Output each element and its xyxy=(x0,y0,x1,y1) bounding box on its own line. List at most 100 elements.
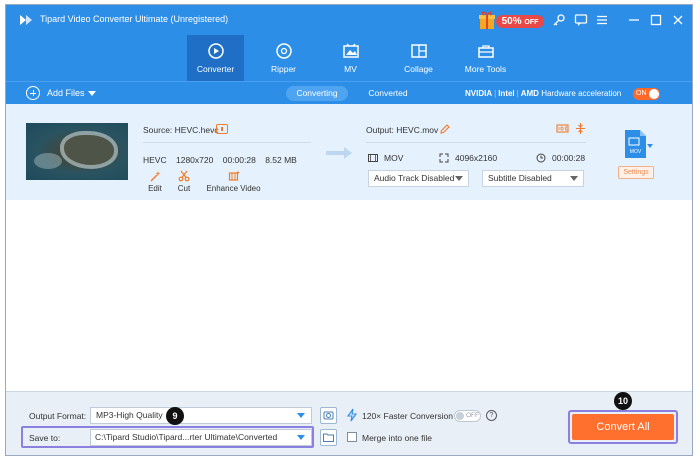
bottom-bar: Output Format: MP3-High Quality 9 Save t… xyxy=(6,391,692,455)
open-folder-button[interactable] xyxy=(320,429,337,446)
tab-converting[interactable]: Converting xyxy=(286,86,348,101)
arrow-right-icon xyxy=(326,147,352,159)
app-logo-icon xyxy=(20,15,32,25)
camera-settings-icon xyxy=(323,411,334,420)
menu-icon[interactable] xyxy=(595,13,609,27)
faster-conversion-toggle[interactable]: OFF xyxy=(454,410,481,422)
plus-icon xyxy=(26,86,40,100)
toolbox-icon xyxy=(477,45,494,58)
key-icon[interactable] xyxy=(552,13,566,27)
subtitle-value: Subtitle Disabled xyxy=(488,173,552,183)
step-badge-9: 9 xyxy=(166,407,184,425)
format-settings-button[interactable] xyxy=(320,407,337,424)
compress-icon[interactable] xyxy=(574,122,587,135)
hardware-acceleration-toggle[interactable]: ON xyxy=(633,88,660,100)
edit-button[interactable]: Edit xyxy=(146,170,164,193)
source-codec: HEVC xyxy=(143,155,167,165)
save-to-label: Save to: xyxy=(29,433,61,443)
cut-button[interactable]: Cut xyxy=(176,170,192,193)
step-badge-10: 10 xyxy=(614,392,632,410)
settings-button[interactable]: Settings xyxy=(618,166,654,179)
tab-label: Converter xyxy=(196,64,235,74)
save-to-path: C:\Tipard Studio\Tipard...rter Ultimate\… xyxy=(95,432,278,442)
hw-intel: Intel xyxy=(498,89,515,98)
mv-icon xyxy=(342,43,359,58)
audio-track-value: Audio Track Disabled xyxy=(374,173,455,183)
minimize-icon[interactable] xyxy=(627,13,641,27)
video-thumbnail[interactable] xyxy=(26,123,128,180)
film-icon xyxy=(368,154,378,162)
clock-icon xyxy=(536,153,546,163)
audio-track-dropdown[interactable]: Audio Track Disabled xyxy=(368,170,469,187)
tab-more-tools[interactable]: More Tools xyxy=(457,35,514,81)
info-icon[interactable] xyxy=(216,124,228,134)
tab-label: More Tools xyxy=(464,64,507,74)
chevron-down-icon xyxy=(297,413,305,418)
output-duration: 00:00:28 xyxy=(536,153,585,163)
merge-checkbox[interactable] xyxy=(347,432,357,442)
edit-label: Edit xyxy=(148,184,162,193)
output-format-select[interactable]: MP3-High Quality xyxy=(90,407,312,424)
id3-tag-icon[interactable] xyxy=(556,122,569,135)
enhance-icon xyxy=(228,170,240,181)
promo-percent: 50% xyxy=(501,16,522,27)
disc-icon xyxy=(275,43,292,59)
tab-mv[interactable]: MV xyxy=(322,35,379,81)
output-format-label: Output Format: xyxy=(29,411,87,421)
tab-label: Collage xyxy=(404,64,433,74)
promo-badge: 50% OFF xyxy=(496,15,544,28)
help-icon[interactable]: ? xyxy=(486,410,497,421)
output-format: MOV xyxy=(368,153,403,163)
output-resolution: 4096x2160 xyxy=(439,153,497,163)
output-duration-value: 00:00:28 xyxy=(552,153,586,163)
chevron-down-icon xyxy=(455,176,463,181)
hardware-acceleration: NVIDIA | Intel | AMD Hardware acceleration xyxy=(465,89,622,98)
save-to-select[interactable]: C:\Tipard Studio\Tipard...rter Ultimate\… xyxy=(90,429,312,446)
hw-amd: AMD xyxy=(520,89,539,98)
scissors-icon xyxy=(178,170,190,182)
source-duration: 00:00:28 xyxy=(222,155,256,165)
subtitle-dropdown[interactable]: Subtitle Disabled xyxy=(482,170,584,187)
source-meta: HEVC 1280x720 00:00:28 8.52 MB xyxy=(143,155,304,165)
app-window: Tipard Video Converter Ultimate (Unregis… xyxy=(5,4,693,456)
tab-label: Ripper xyxy=(270,64,297,74)
title-bar: Tipard Video Converter Ultimate (Unregis… xyxy=(6,5,692,35)
output-filename: Output: HEVC.mov xyxy=(366,125,439,135)
enhance-video-button[interactable]: Enhance Video xyxy=(206,170,261,193)
converter-icon xyxy=(207,43,224,59)
hw-label: Hardware acceleration xyxy=(541,89,622,98)
chat-icon[interactable] xyxy=(574,13,588,27)
source-size: 8.52 MB xyxy=(265,155,297,165)
window-title: Tipard Video Converter Ultimate (Unregis… xyxy=(40,14,229,24)
tab-ripper[interactable]: Ripper xyxy=(255,35,312,81)
maximize-icon[interactable] xyxy=(649,13,663,27)
chevron-down-icon xyxy=(297,435,305,440)
close-icon[interactable] xyxy=(671,13,685,27)
output-format-select-value: MP3-High Quality xyxy=(96,410,163,420)
add-files-label: Add Files xyxy=(47,88,85,98)
divider xyxy=(366,142,586,143)
output-resolution-value: 4096x2160 xyxy=(455,153,498,163)
hw-nvidia: NVIDIA xyxy=(465,89,493,98)
gift-icon xyxy=(479,11,495,29)
source-resolution: 1280x720 xyxy=(176,155,214,165)
enhance-video-label: Enhance Video xyxy=(206,184,261,193)
convert-all-button[interactable]: Convert All xyxy=(572,414,674,440)
merge-label: Merge into one file xyxy=(362,433,432,443)
promo-suffix: OFF xyxy=(524,19,539,26)
tab-collage[interactable]: Collage xyxy=(390,35,447,81)
collage-icon xyxy=(410,44,427,58)
sub-toolbar: Add Files Converting Converted NVIDIA | In… xyxy=(6,81,692,104)
pencil-icon[interactable] xyxy=(439,123,451,135)
chevron-down-icon[interactable] xyxy=(647,144,653,148)
format-file-icon[interactable]: MOV xyxy=(622,129,648,159)
expand-icon xyxy=(439,153,449,163)
tab-converted[interactable]: Converted xyxy=(363,86,413,101)
output-format-value: MOV xyxy=(384,153,404,163)
file-list: Source: HEVC.hevc HEVC 1280x720 00:00:28… xyxy=(6,104,692,391)
format-badge: MOV xyxy=(630,149,642,155)
chevron-down-icon[interactable] xyxy=(88,91,96,96)
tab-converter[interactable]: Converter xyxy=(187,35,244,81)
faster-conversion-label: 120× Faster Conversion xyxy=(362,411,453,421)
lightning-icon xyxy=(346,408,358,422)
